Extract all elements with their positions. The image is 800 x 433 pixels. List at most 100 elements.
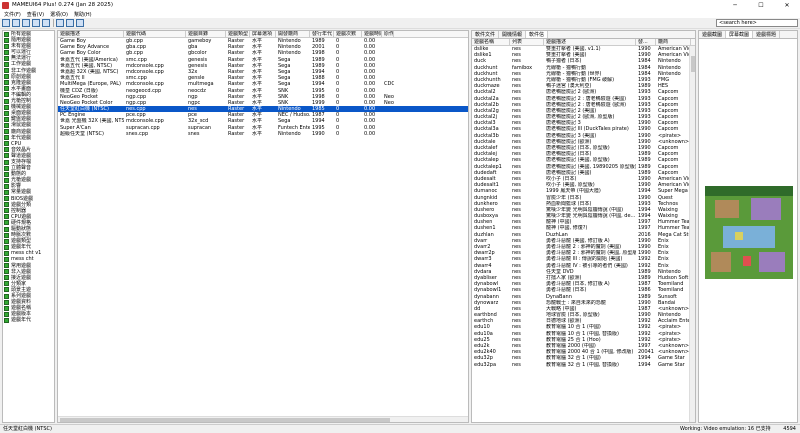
column-header[interactable]: 廠商 <box>656 39 691 45</box>
search-input[interactable]: <search here> <box>716 19 798 27</box>
folder-icon <box>4 208 9 214</box>
folder-icon <box>4 171 9 177</box>
tab[interactable]: 遊戲截圖 <box>699 31 727 38</box>
view-details-button[interactable] <box>32 19 40 27</box>
table-cell: 0.00 <box>364 130 376 137</box>
folder-icon <box>4 220 9 226</box>
folder-icon <box>4 232 9 238</box>
folder-icon <box>4 263 9 269</box>
folder-icon <box>4 183 9 189</box>
folder-icon <box>4 196 9 202</box>
column-header[interactable]: 遊戲時間 <box>362 31 382 37</box>
folder-icon <box>4 177 9 183</box>
status-selected-game: 任天堂紅白機 (NTSC) <box>3 426 52 432</box>
menu-options[interactable]: 選項(O) <box>50 11 68 18</box>
folder-icon <box>4 116 9 122</box>
tab[interactable]: 遊戲標題 <box>753 31 781 38</box>
view-large-icons-button[interactable] <box>2 19 10 27</box>
game-list: 遊戲描述遊戲代碼遊戲目錄遊戲類型屏幕選項開發廠商發行年代遊戲次數遊戲時間原作 G… <box>57 30 469 423</box>
folder-icon <box>4 98 9 104</box>
horizontal-scrollbar[interactable] <box>58 416 468 422</box>
status-emulation: Working: Video emulation: 16 已支持 <box>680 426 771 432</box>
table-cell: 超級任天堂 (NTSC) <box>60 130 104 137</box>
folder-icon <box>4 122 9 128</box>
screenshot-panel: 遊戲截圖 屏幕截圖 遊戲標題 <box>698 30 798 423</box>
minimize-button[interactable]: ─ <box>722 0 748 10</box>
column-header[interactable]: 遊戲名稱 <box>472 39 510 45</box>
folder-icon <box>4 317 9 323</box>
status-bar: 任天堂紅白機 (NTSC) Working: Video emulation: … <box>0 424 800 433</box>
table-row[interactable]: 超級任天堂 (NTSC) snes.cpp snes Raster 水平 Nintendo… <box>58 131 468 137</box>
folder-icon <box>4 110 9 116</box>
folder-icon <box>4 189 9 195</box>
folder-icon <box>4 74 9 80</box>
folder-icon <box>4 269 9 275</box>
column-header[interactable]: 屏幕選項 <box>250 31 276 37</box>
table-cell <box>382 131 394 137</box>
folder-icon <box>4 104 9 110</box>
software-row[interactable]: edu32pa nes 教育電腦 32 合 1 (中國, 替換版) 1994 Game … <box>472 362 695 368</box>
play-icon[interactable] <box>56 19 64 27</box>
column-header[interactable]: 發... <box>636 39 656 45</box>
folder-icon <box>4 159 9 165</box>
folder-tree: 所有遊戲 隨用遊戲 未有遊戲 可以運行 無法運行 工作遊戲 非工作遊戲 原創遊戲 克隆遊戲 水平畫… <box>2 30 55 423</box>
folder-icon <box>4 287 9 293</box>
toolbar <box>0 18 800 29</box>
tab[interactable]: 屏幕截圖 <box>726 31 754 38</box>
refresh-icon[interactable] <box>66 19 74 27</box>
toolbar-separator <box>53 19 54 27</box>
table-cell: nes <box>512 361 521 368</box>
folder-icon <box>4 275 9 281</box>
folder-icon <box>4 141 9 147</box>
software-panel: 軟件文件 開機情報 軟件信 遊戲名稱 列表 遊戲描述 發... 廠商 dslike nes 雙重… <box>471 30 696 423</box>
table-cell: snes.cpp <box>126 130 149 137</box>
folder-icon <box>4 129 9 135</box>
folder-icon <box>4 202 9 208</box>
folder-icon <box>4 311 9 317</box>
tab[interactable]: 軟件信 <box>526 31 549 38</box>
folder-icon <box>4 165 9 171</box>
status-game-count: 4594 <box>783 426 796 432</box>
table-cell: edu32pa <box>474 361 497 368</box>
window-title: MAMEUI64 Plus! 0.274 (Jan 28 2025) <box>12 2 114 8</box>
vertical-scrollbar[interactable] <box>689 46 695 422</box>
tab[interactable]: 軟件文件 <box>472 31 500 38</box>
folder-icon <box>4 226 9 232</box>
tree-item[interactable]: 遊戲年代 <box>3 317 54 323</box>
close-button[interactable]: ✕ <box>774 0 800 10</box>
view-list-button[interactable] <box>22 19 30 27</box>
column-header[interactable]: 原作 <box>382 31 394 37</box>
menu-view[interactable]: 查看(V) <box>27 11 44 18</box>
folder-icon <box>4 250 9 256</box>
info-icon[interactable] <box>76 19 84 27</box>
folder-icon <box>4 86 9 92</box>
title-bar: MAMEUI64 Plus! 0.274 (Jan 28 2025) ─ ☐ ✕ <box>0 0 800 10</box>
folder-icon <box>4 147 9 153</box>
column-header[interactable]: 遊戲次數 <box>334 31 362 37</box>
maximize-button[interactable]: ☐ <box>748 0 774 10</box>
table-cell: Game Star <box>658 361 685 368</box>
folder-icon <box>4 214 9 220</box>
view-small-icons-button[interactable] <box>12 19 20 27</box>
column-header[interactable]: 列表 <box>510 39 544 45</box>
folder-icon <box>4 31 9 37</box>
tab[interactable]: 開機情報 <box>499 31 527 38</box>
folder-icon <box>4 305 9 311</box>
folder-icon <box>4 281 9 287</box>
table-cell: Nintendo <box>278 130 301 137</box>
column-header[interactable]: 開發廠商 <box>276 31 310 37</box>
column-header[interactable]: 遊戲描述 <box>544 39 636 45</box>
column-header[interactable]: 發行年代 <box>310 31 334 37</box>
folder-icon <box>4 68 9 74</box>
table-cell: 1994 <box>638 361 651 368</box>
folder-icon <box>4 153 9 159</box>
column-header[interactable]: 遊戲代碼 <box>124 31 186 37</box>
game-screenshot <box>705 186 793 279</box>
table-cell: 0 <box>336 130 340 137</box>
column-header[interactable]: 遊戲類型 <box>226 31 250 37</box>
menu-help[interactable]: 幫助(H) <box>74 11 92 18</box>
menu-file[interactable]: 文件(F) <box>4 11 21 18</box>
view-grouped-button[interactable] <box>42 19 50 27</box>
column-header[interactable]: 遊戲目錄 <box>186 31 226 37</box>
column-header[interactable]: 遊戲描述 <box>58 31 124 37</box>
